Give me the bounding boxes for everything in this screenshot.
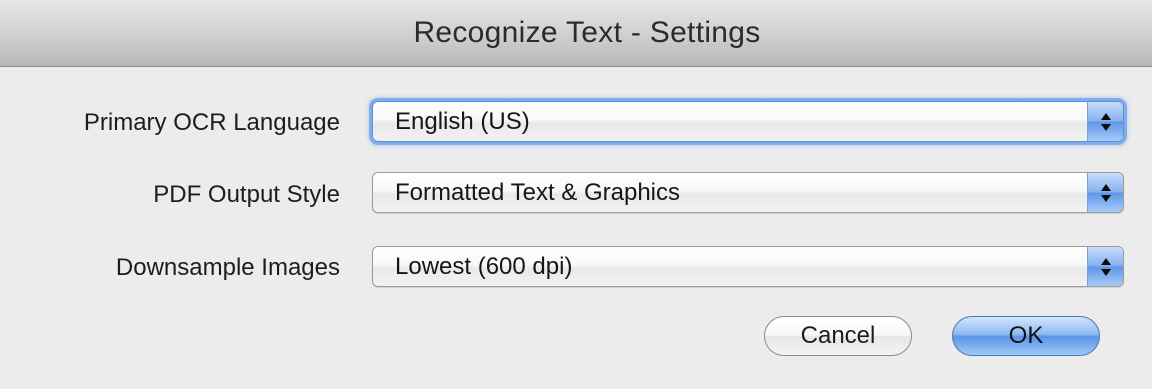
up-down-chevron-icon [1087,102,1123,141]
pdf-output-style-value: Formatted Text & Graphics [395,179,680,206]
primary-ocr-language-label: Primary OCR Language [83,109,340,136]
downsample-images-value: Lowest (600 dpi) [395,253,573,280]
cancel-button[interactable]: Cancel [764,316,912,356]
pdf-output-style-label: PDF Output Style [153,181,340,208]
up-down-chevron-icon [1087,173,1123,212]
primary-ocr-language-select[interactable]: English (US) [372,101,1124,142]
window-title: Recognize Text - Settings [413,16,761,49]
title-bar[interactable]: Recognize Text - Settings [0,0,1152,67]
downsample-images-label: Downsample Images [115,254,340,281]
primary-ocr-language-value: English (US) [395,108,530,135]
ok-button[interactable]: OK [952,316,1100,356]
downsample-images-select[interactable]: Lowest (600 dpi) [372,246,1124,287]
up-down-chevron-icon [1087,247,1123,286]
pdf-output-style-select[interactable]: Formatted Text & Graphics [372,172,1124,213]
dialog-window: Recognize Text - Settings Primary OCR La… [0,0,1152,389]
